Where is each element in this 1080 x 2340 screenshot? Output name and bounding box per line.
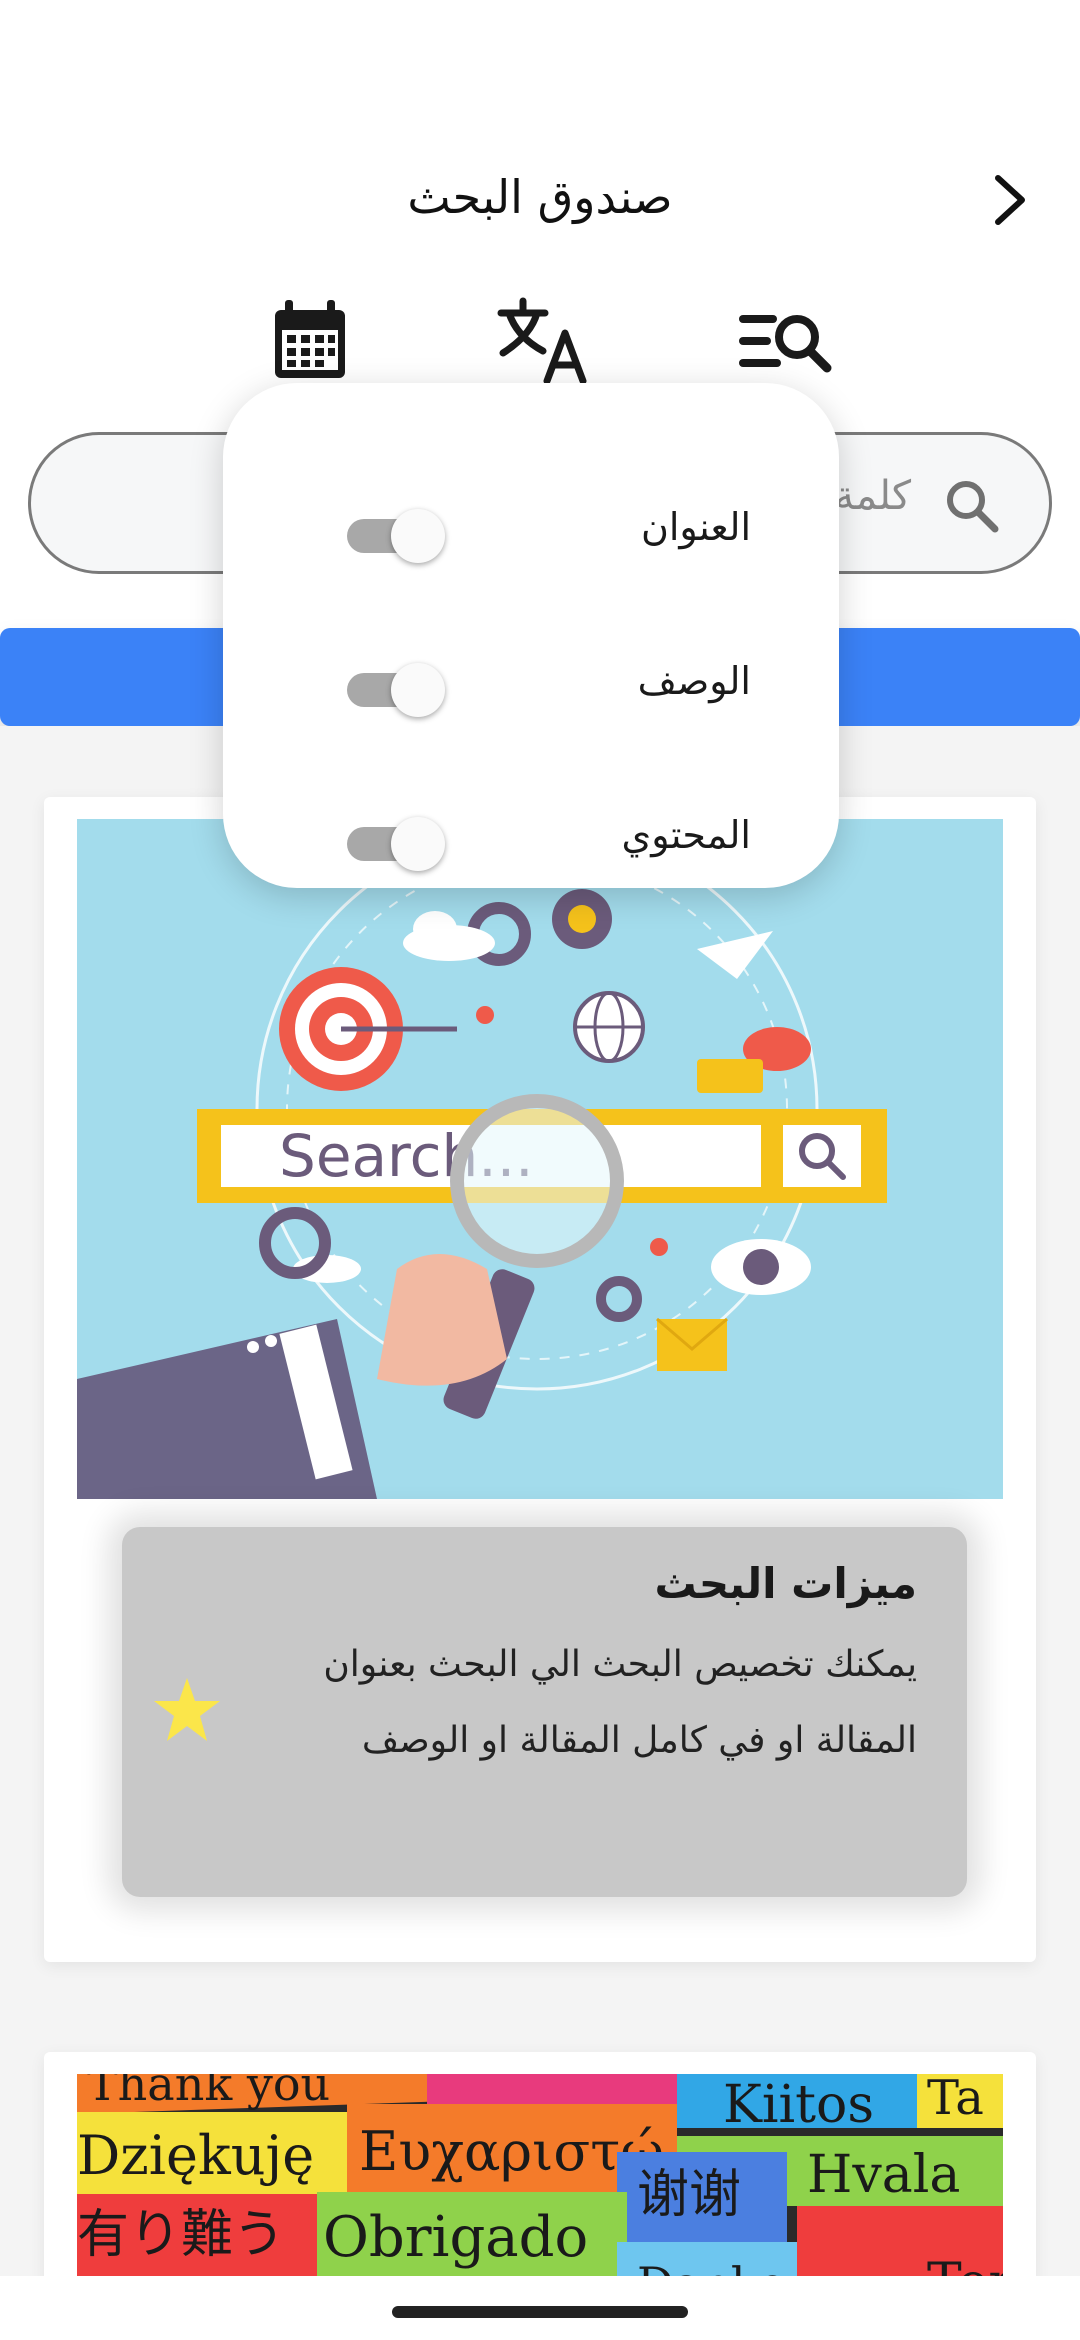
content-toggle[interactable]	[347, 815, 447, 871]
search-field-filter-popover: العنوان الوصف المحتوي	[223, 383, 839, 888]
description-toggle[interactable]	[347, 661, 447, 717]
filter-option-label: المحتوي	[621, 813, 751, 857]
article-card[interactable]: Search... ميزات البحث يمكنك تخصيص البحث …	[44, 797, 1036, 1962]
search-icon	[943, 477, 1001, 535]
filter-option-title[interactable]: العنوان	[223, 481, 839, 581]
calendar-icon	[275, 300, 345, 378]
search-list-icon	[739, 315, 832, 373]
chevron-right-icon[interactable]	[984, 172, 1040, 228]
title-toggle[interactable]	[347, 507, 447, 563]
collage-word: Kiitos	[723, 2075, 874, 2135]
star-icon	[152, 1675, 222, 1745]
collage-word: Ta	[927, 2074, 984, 2126]
search-placeholder: كلمة	[834, 473, 911, 519]
header: صندوق البحث	[0, 150, 1080, 250]
filter-option-label: العنوان	[640, 505, 751, 549]
search-filter-button[interactable]	[735, 290, 835, 390]
home-indicator[interactable]	[392, 2306, 688, 2318]
collage-word: 谢谢	[637, 2165, 741, 2225]
page-title: صندوق البحث	[407, 170, 673, 224]
collage-word: Thank you	[87, 2074, 330, 2111]
article-card[interactable]: Thank you Kiitos Ta Dziękuję Ευχαριστώ H…	[44, 2052, 1036, 2312]
feature-title: ميزات البحث	[654, 1559, 917, 1608]
filter-option-content[interactable]: المحتوي	[223, 789, 839, 889]
filter-option-label: الوصف	[637, 659, 751, 703]
filter-option-description[interactable]: الوصف	[223, 635, 839, 735]
collage-word: Obrigado	[323, 2205, 588, 2270]
collage-word: Hvala	[807, 2145, 960, 2205]
search-illustration: Search...	[77, 819, 1003, 1499]
feature-box: ميزات البحث يمكنك تخصيص البحث الي البحث …	[122, 1527, 967, 1897]
collage-word: Dziękuję	[77, 2124, 314, 2187]
feature-description: يمكنك تخصيص البحث الي البحث بعنوان المقا…	[323, 1644, 917, 1761]
translate-button[interactable]	[493, 290, 593, 390]
translate-icon	[497, 297, 587, 385]
collage-word: 有り難う	[77, 2205, 285, 2265]
calendar-button[interactable]	[260, 290, 360, 390]
